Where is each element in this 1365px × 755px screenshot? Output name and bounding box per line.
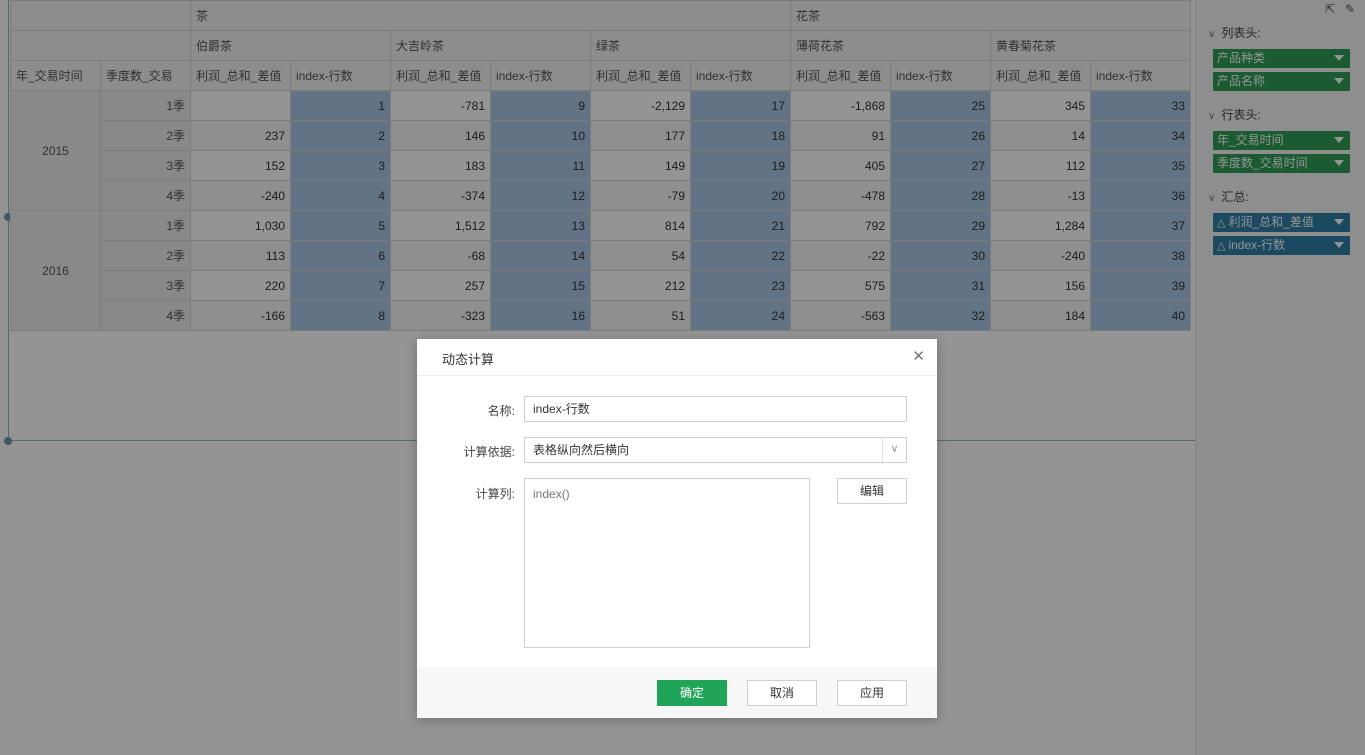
dynamic-calc-dialog: 动态计算 ✕ 名称: index-行数 计算依据: 表格纵向然后横向 ∨ 计算列… [417,339,937,718]
chevron-down-icon[interactable]: ∨ [882,438,906,462]
name-label: 名称: [487,404,515,418]
dialog-divider [417,375,937,376]
apply-button[interactable]: 应用 [837,680,907,706]
ok-button[interactable]: 确定 [657,680,727,706]
edit-button[interactable]: 编辑 [837,478,907,504]
formula-textarea[interactable]: index() [524,478,810,648]
basis-label: 计算依据: [463,445,515,459]
cancel-button[interactable]: 取消 [747,680,817,706]
basis-select[interactable]: 表格纵向然后横向 ∨ [524,437,907,463]
column-label: 计算列: [475,487,515,501]
name-input[interactable]: index-行数 [524,396,907,422]
basis-select-value: 表格纵向然后横向 [533,443,630,457]
dialog-title: 动态计算 [442,352,495,367]
close-icon[interactable]: ✕ [912,347,925,365]
dialog-footer: 确定 取消 应用 [417,667,937,718]
